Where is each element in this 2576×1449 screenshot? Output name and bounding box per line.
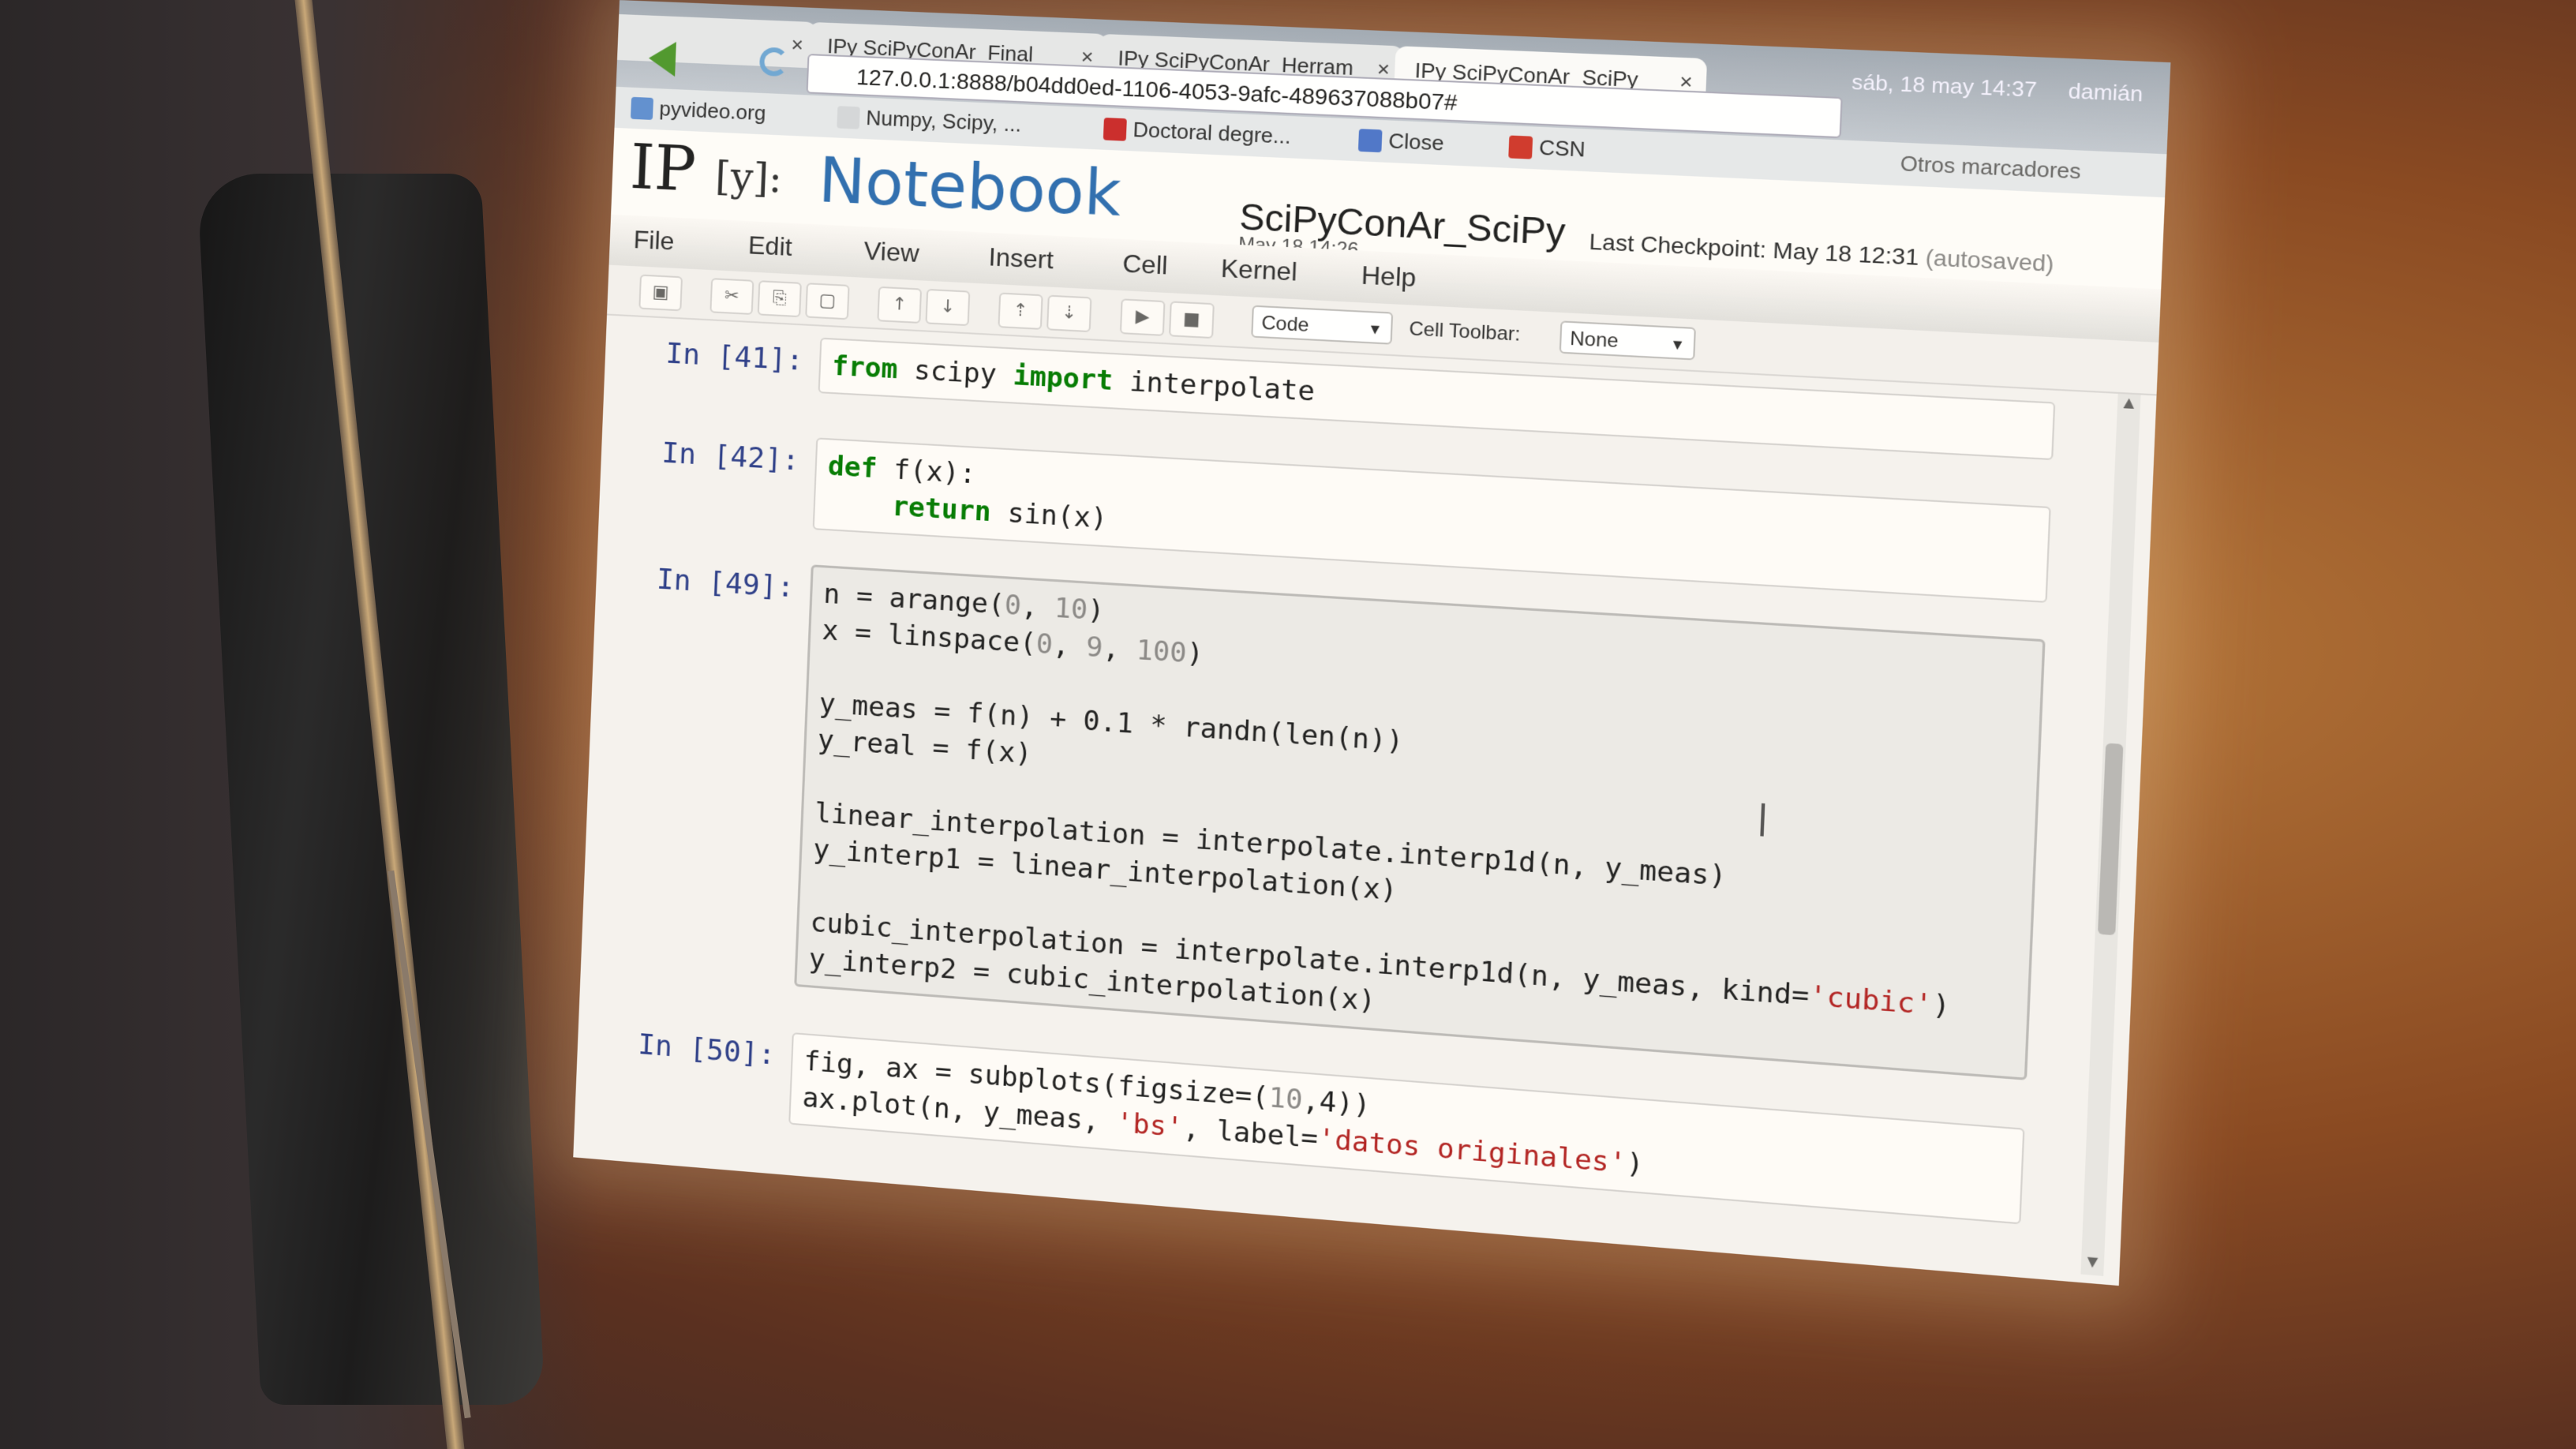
projected-screen: ...sobre× IPy SciPyConAr_Final× IPy SciP…: [573, 0, 2171, 1286]
menu-help[interactable]: Help: [1361, 260, 1417, 293]
save-icon[interactable]: ▣: [638, 274, 683, 312]
notebook-area: In [41]: from scipy import interpolate I…: [573, 315, 2157, 1286]
cell-toolbar-label: Cell Toolbar:: [1408, 317, 1522, 346]
insert-above-icon[interactable]: ⇡: [998, 292, 1043, 330]
code-cell-selected[interactable]: In [49]: n = arange(0, 10) x = linspace(0…: [603, 553, 2080, 1106]
other-bookmarks-label: Otros marcadores: [1900, 151, 2082, 184]
bookmark-label: CSN: [1538, 135, 1586, 162]
cut-icon[interactable]: ✂: [710, 278, 754, 316]
scroll-down-icon[interactable]: ▼: [2080, 1252, 2104, 1276]
system-tray: sáb, 18 may 14:37 damián: [1851, 69, 2144, 107]
user-name[interactable]: damián: [2068, 78, 2144, 107]
stop-icon[interactable]: ■: [1168, 301, 1215, 339]
bookmark-item[interactable]: Doctoral degre...: [1103, 116, 1292, 149]
bookmark-item[interactable]: pyvideo.org: [630, 95, 767, 126]
reload-icon[interactable]: [758, 47, 789, 77]
move-up-icon[interactable]: ↑: [877, 286, 923, 324]
bookmark-label: Close: [1387, 128, 1445, 155]
back-arrow-icon[interactable]: [648, 40, 676, 77]
bookmark-item[interactable]: Close: [1357, 127, 1445, 156]
ipython-logo-notebook: Notebook: [817, 144, 1123, 231]
cell-prompt: In [42]:: [661, 436, 800, 477]
ipython-logo-prompt: [y]:: [714, 152, 784, 202]
clock-text: sáb, 18 may 14:37: [1851, 69, 2038, 103]
autosave-text: (autosaved): [1925, 245, 2055, 277]
menu-edit[interactable]: Edit: [747, 230, 792, 262]
menu-kernel[interactable]: Kernel: [1220, 253, 1297, 287]
bookmark-item[interactable]: Numpy, Scipy, ...: [837, 104, 1022, 137]
cell-prompt: In [49]:: [656, 563, 796, 605]
other-bookmarks[interactable]: Otros marcadores: [1900, 151, 2081, 185]
scroll-up-icon[interactable]: ▲: [2117, 394, 2140, 417]
cell-prompt: In [41]:: [665, 337, 804, 377]
paste-icon[interactable]: ▢: [805, 283, 850, 320]
ipython-logo: IP: [628, 131, 698, 206]
copy-icon[interactable]: ⎘: [757, 280, 802, 318]
bug-icon: [1357, 129, 1383, 153]
bookmark-item[interactable]: CSN: [1508, 133, 1586, 162]
close-icon[interactable]: ×: [790, 21, 804, 68]
chevron-down-icon: ▼: [1367, 320, 1383, 338]
globe-icon: [630, 96, 654, 120]
menu-file[interactable]: File: [633, 225, 675, 256]
menu-insert[interactable]: Insert: [988, 242, 1054, 275]
page-icon: [837, 106, 860, 129]
cell-toolbar-value: None: [1569, 328, 1619, 353]
bookmark-label: pyvideo.org: [658, 96, 767, 125]
move-down-icon[interactable]: ↓: [925, 288, 971, 327]
cell-prompt: In [50]:: [637, 1028, 777, 1072]
cell-input[interactable]: n = arange(0, 10) x = linspace(0, 9, 100)…: [794, 564, 2046, 1080]
cell-toolbar-select[interactable]: None ▼: [1559, 320, 1696, 361]
chevron-down-icon: ▼: [1669, 335, 1686, 354]
cell-type-select[interactable]: Code ▼: [1251, 305, 1394, 345]
cell-type-value: Code: [1260, 312, 1310, 337]
bookmark-label: Numpy, Scipy, ...: [865, 105, 1022, 137]
csn-icon: [1508, 135, 1533, 159]
bookmark-label: Doctoral degre...: [1132, 117, 1292, 149]
pdf-icon: [1103, 118, 1127, 141]
menu-view[interactable]: View: [863, 236, 919, 268]
menu-cell[interactable]: Cell: [1122, 249, 1169, 280]
run-icon[interactable]: ▶: [1119, 298, 1166, 336]
insert-below-icon[interactable]: ⇣: [1046, 294, 1092, 333]
